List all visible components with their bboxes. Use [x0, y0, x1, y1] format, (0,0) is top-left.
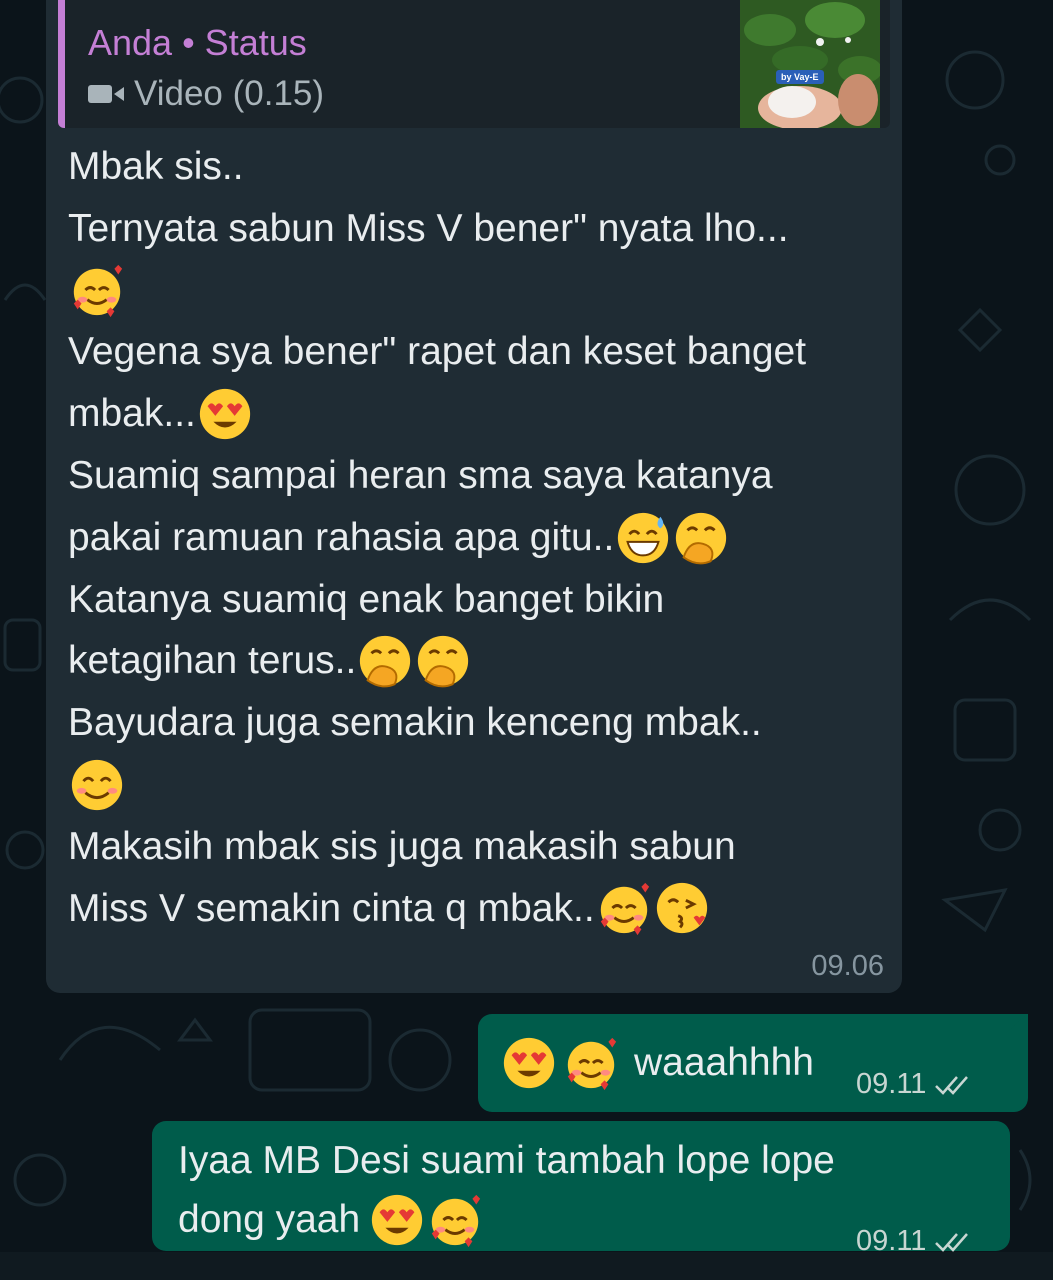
message-line: Mbak sis.. [68, 145, 244, 188]
message-line [68, 260, 888, 322]
message-timestamp: 09.11 [856, 1068, 974, 1101]
message-line [68, 754, 888, 816]
hand-over-mouth-emoji [414, 632, 472, 690]
quoted-status-type: Video (0.15) [134, 74, 325, 113]
status-thumbnail[interactable]: by Vay-E [740, 0, 880, 128]
smiling-emoji [68, 756, 126, 814]
message-line: Miss V semakin cinta q mbak.. [68, 878, 888, 940]
message-line: ketagihan terus.. [68, 630, 888, 692]
quote-accent-bar [58, 0, 65, 128]
kiss-heart-emoji [653, 879, 711, 937]
message-timestamp: 09.06 [811, 950, 884, 982]
heart-eyes-emoji [368, 1191, 426, 1249]
message-line: Suamiq sampai heran sma saya katanya [68, 453, 773, 497]
double-check-icon [935, 1075, 969, 1095]
smiling-hearts-emoji [426, 1191, 484, 1249]
message-line: Katanya suamiq enak banget bikin [68, 577, 665, 621]
outgoing-message-bubble[interactable]: waaahhhh 09.11 [478, 1014, 1028, 1112]
smiling-hearts-emoji [595, 879, 653, 937]
message-line: Ternyata sabun Miss V bener" nyata lho..… [68, 206, 789, 250]
message-line: pakai ramuan rahasia apa gitu.. [68, 507, 888, 569]
hand-over-mouth-emoji [356, 632, 414, 690]
grinning-sweat-emoji [614, 509, 672, 567]
quoted-status-subtitle: Video (0.15) [88, 74, 324, 114]
message-text-line: dong yaah [178, 1189, 484, 1251]
outgoing-message-bubble[interactable]: Iyaa MB Desi suami tambah lope lope dong… [152, 1121, 1010, 1257]
incoming-message-bubble[interactable]: Anda • Status Video (0.15) by Vay-E Mbak… [46, 0, 902, 993]
message-line: Bayudara juga semakin kenceng mbak.. [68, 701, 762, 745]
message-text: waaahhhh [500, 1034, 814, 1092]
message-text: Mbak sis.. Ternyata sabun Miss V bener" … [68, 136, 888, 939]
thumbnail-image [740, 0, 880, 128]
double-check-icon [935, 1232, 969, 1252]
thumbnail-watermark: by Vay-E [776, 70, 824, 84]
message-line: mbak... [68, 383, 888, 445]
message-text-line: Iyaa MB Desi suami tambah lope lope [178, 1139, 835, 1182]
quoted-status-reply[interactable]: Anda • Status Video (0.15) by Vay-E [58, 0, 890, 128]
bottom-edge [0, 1252, 1053, 1280]
hand-over-mouth-emoji [672, 509, 730, 567]
quoted-status-title: Anda • Status [88, 22, 307, 63]
heart-eyes-emoji [196, 385, 254, 443]
message-line: Makasih mbak sis juga makasih sabun [68, 824, 736, 868]
message-line: Vegena sya bener" rapet dan keset banget [68, 330, 807, 374]
smiling-hearts-emoji [68, 261, 126, 319]
heart-eyes-emoji [500, 1034, 558, 1092]
bubble-tail [1005, 1014, 1027, 1034]
smiling-hearts-emoji [562, 1034, 620, 1092]
video-icon [88, 85, 124, 103]
